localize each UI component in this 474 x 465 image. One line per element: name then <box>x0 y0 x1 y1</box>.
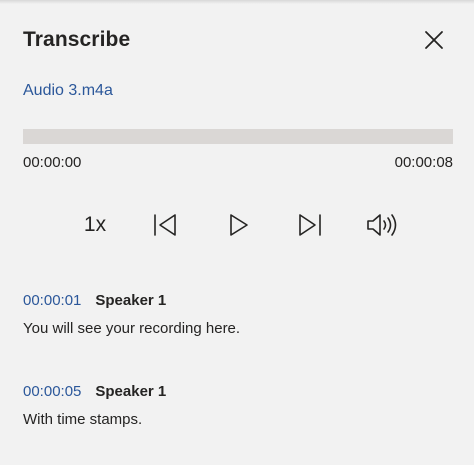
audio-file-link[interactable]: Audio 3.m4a <box>23 82 113 100</box>
volume-button[interactable] <box>364 205 400 245</box>
transcript-timestamp[interactable]: 00:00:05 <box>23 383 81 400</box>
transcript-entry: 00:00:01 Speaker 1 You will see your rec… <box>23 292 453 337</box>
transcript-entry-header: 00:00:05 Speaker 1 <box>23 383 453 405</box>
transcript-timestamp[interactable]: 00:00:01 <box>23 292 81 309</box>
transcript-text: You will see your recording here. <box>23 320 241 337</box>
transcript-speaker: Speaker 1 <box>95 292 167 309</box>
skip-previous-icon <box>154 214 176 236</box>
playback-speed-button[interactable]: 1x <box>76 205 114 245</box>
play-button[interactable] <box>224 205 254 245</box>
skip-next-button[interactable] <box>294 205 326 245</box>
panel-title: Transcribe <box>23 28 131 51</box>
skip-previous-button[interactable] <box>150 205 180 245</box>
transcript-speaker: Speaker 1 <box>95 383 167 400</box>
volume-icon <box>367 214 397 236</box>
current-time: 00:00:00 <box>23 154 82 171</box>
transcript-text: With time stamps. <box>23 411 143 428</box>
transcript-entry-header: 00:00:01 Speaker 1 <box>23 292 453 314</box>
skip-next-icon <box>299 214 321 236</box>
transcribe-panel: Transcribe Audio 3.m4a 00:00:00 00:00:08… <box>0 0 474 465</box>
playback-progress-bar[interactable] <box>23 129 453 144</box>
playback-controls: 1x <box>0 205 474 245</box>
close-icon <box>425 31 443 49</box>
total-time: 00:00:08 <box>394 154 453 171</box>
transcript-entry: 00:00:05 Speaker 1 With time stamps. <box>23 383 453 428</box>
play-icon <box>230 214 248 236</box>
close-button[interactable] <box>420 26 448 54</box>
